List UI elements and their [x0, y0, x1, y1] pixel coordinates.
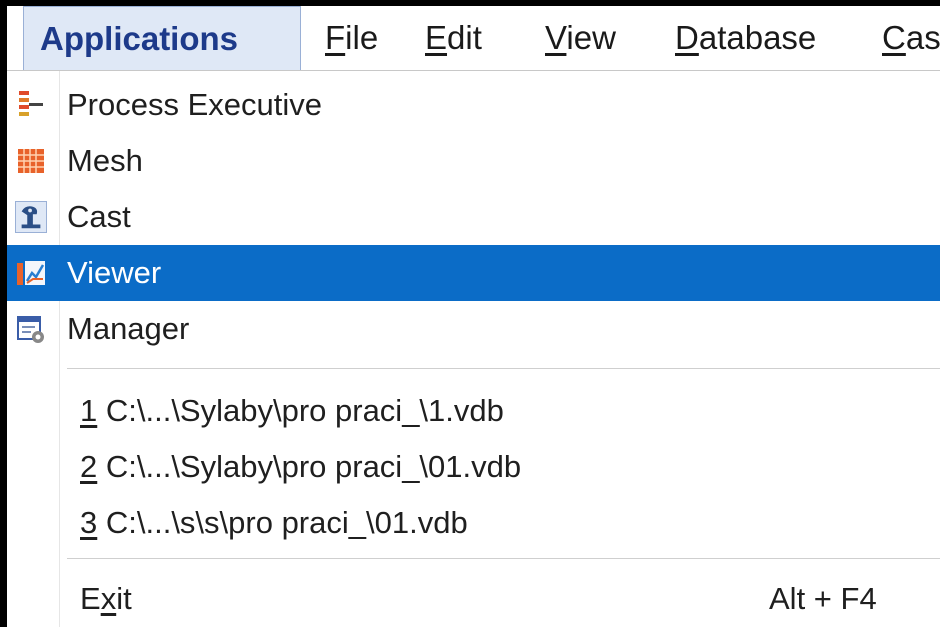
separator [67, 368, 940, 369]
menu-cast-label-rest: as [905, 19, 940, 56]
viewer-icon [15, 257, 47, 289]
cast-label: Cast [67, 199, 131, 234]
window-frame: Applications File Edit View Database Cas [0, 0, 940, 627]
menu-applications-label: Applications [40, 20, 239, 57]
recent-file-3-number: 3 [80, 505, 98, 540]
menu-database[interactable]: Database [675, 6, 816, 70]
menu-item-manager[interactable]: Manager [7, 301, 940, 357]
mesh-icon [15, 145, 47, 177]
menu-edit-mnemonic: E [425, 19, 448, 56]
recent-file-1-path: C:\...\Sylaby\pro praci_\1.vdb [97, 393, 504, 428]
process-executive-icon [15, 89, 47, 121]
menu-database-mnemonic: D [675, 19, 699, 56]
recent-file-1-number: 1 [80, 393, 98, 428]
menu-file-mnemonic: F [325, 19, 346, 56]
manager-icon [15, 313, 47, 345]
menu-database-label-rest: atabase [698, 19, 817, 56]
menu-edit-label-rest: dit [447, 19, 482, 56]
recent-file-1-label: 1 C:\...\Sylaby\pro praci_\1.vdb [80, 383, 504, 439]
frame-left-border [0, 0, 7, 627]
applications-dropdown: Process Executive Mesh Cast Viewer Manag… [7, 71, 940, 627]
menu-view[interactable]: View [545, 6, 616, 70]
menu-view-mnemonic: V [545, 19, 567, 56]
mesh-label: Mesh [67, 143, 143, 178]
recent-file-2[interactable]: 2 C:\...\Sylaby\pro praci_\01.vdb [7, 439, 940, 495]
menu-cast-truncated[interactable]: Cas [882, 6, 940, 70]
menu-file-label-rest: ile [345, 19, 379, 56]
separator [67, 558, 940, 559]
exit-label-pre: E [80, 581, 101, 616]
exit-label: Exit [80, 571, 132, 627]
viewer-label: Viewer [67, 255, 162, 290]
menu-bar: Applications File Edit View Database Cas [7, 6, 940, 71]
menu-item-cast[interactable]: Cast [7, 189, 940, 245]
recent-file-2-number: 2 [80, 449, 98, 484]
exit-label-post: it [116, 581, 132, 616]
recent-file-1[interactable]: 1 C:\...\Sylaby\pro praci_\1.vdb [7, 383, 940, 439]
exit-mnemonic: x [100, 581, 117, 616]
exit-shortcut: Alt + F4 [769, 581, 877, 616]
menu-applications[interactable]: Applications [23, 6, 301, 70]
process-executive-label: Process Executive [67, 87, 322, 122]
menu-file[interactable]: File [325, 6, 378, 70]
menu-cast-mnemonic: C [882, 19, 906, 56]
menu-item-exit[interactable]: Exit Alt + F4 [7, 571, 940, 627]
manager-label: Manager [67, 311, 190, 346]
recent-file-2-path: C:\...\Sylaby\pro praci_\01.vdb [97, 449, 522, 484]
menu-view-label-rest: iew [566, 19, 616, 56]
menu-edit[interactable]: Edit [425, 6, 482, 70]
menu-item-mesh[interactable]: Mesh [7, 133, 940, 189]
recent-file-3-label: 3 C:\...\s\s\pro praci_\01.vdb [80, 495, 468, 551]
recent-file-3[interactable]: 3 C:\...\s\s\pro praci_\01.vdb [7, 495, 940, 551]
recent-file-3-path: C:\...\s\s\pro praci_\01.vdb [97, 505, 468, 540]
menu-item-process-executive[interactable]: Process Executive [7, 77, 940, 133]
cast-icon [15, 201, 47, 233]
recent-file-2-label: 2 C:\...\Sylaby\pro praci_\01.vdb [80, 439, 521, 495]
menu-item-viewer[interactable]: Viewer [7, 245, 940, 301]
